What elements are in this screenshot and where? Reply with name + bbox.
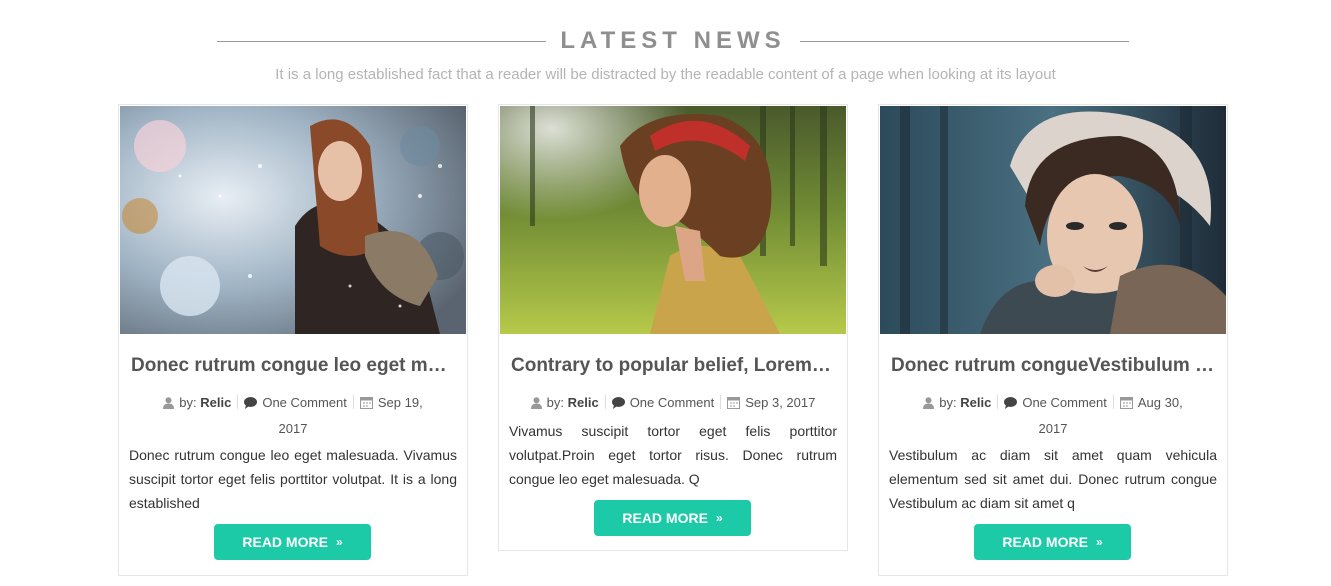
calendar-icon [359,393,373,417]
by-label: by: [179,395,197,410]
news-image[interactable] [500,106,846,334]
calendar-icon [727,393,741,417]
news-image[interactable] [880,106,1226,334]
double-chevron-right-icon: » [715,511,723,525]
read-more-label: READ MORE [1002,534,1088,550]
user-icon [923,393,935,417]
post-meta: by: Relic One Comment Sep 3, 2017 [509,391,837,417]
double-chevron-right-icon: » [1095,535,1103,549]
comment-icon [611,393,625,417]
section-subtitle: It is a long established fact that a rea… [275,66,1056,83]
comments-link[interactable]: One Comment [630,395,715,410]
read-more-button[interactable]: READ MORE » [974,524,1131,560]
post-meta: by: Relic One Comment Sep 19, 2017 [129,391,457,441]
post-date-year: 2017 [278,421,308,436]
by-label: by: [939,395,957,410]
title-row: LATEST NEWS [217,26,1129,56]
comment-icon [244,393,258,417]
comment-icon [1004,393,1018,417]
author-link[interactable]: Relic [960,395,991,410]
read-more-button[interactable]: READ MORE » [594,500,751,536]
news-excerpt: Vestibulum ac diam sit amet quam vehicul… [889,447,1217,511]
post-date: Sep 19, [377,395,423,410]
calendar-icon [1119,393,1133,417]
news-excerpt: Donec rutrum congue leo eget malesuada. … [129,447,457,511]
news-title[interactable]: Donec rutrum congueVestibulum ac diam [891,355,1215,377]
title-rule-right [799,40,1129,42]
news-card: Donec rutrum congueVestibulum ac diam by… [878,104,1228,576]
news-excerpt: Vivamus suscipit tortor eget felis portt… [509,423,837,487]
author-link[interactable]: Relic [568,395,599,410]
news-card: Donec rutrum congue leo eget malesuada b… [118,104,468,576]
post-date: Sep 3, 2017 [745,395,816,410]
post-meta: by: Relic One Comment Aug 30, 2017 [889,391,1217,441]
user-icon [163,393,175,417]
news-title[interactable]: Donec rutrum congue leo eget malesuada [131,355,455,377]
news-image[interactable] [120,106,466,334]
comments-link[interactable]: One Comment [262,395,347,410]
news-title[interactable]: Contrary to popular belief, Lorem Ipsum [511,355,835,377]
section-header: LATEST NEWS It is a long established fac… [0,0,1331,100]
double-chevron-right-icon: » [335,535,343,549]
read-more-label: READ MORE [242,534,328,550]
read-more-button[interactable]: READ MORE » [214,524,371,560]
post-date-year: 2017 [1038,421,1068,436]
by-label: by: [546,395,564,410]
section-title: LATEST NEWS [560,27,786,54]
post-date: Aug 30, [1137,395,1183,410]
read-more-label: READ MORE [622,510,708,526]
comments-link[interactable]: One Comment [1022,395,1107,410]
user-icon [530,393,542,417]
news-card: Contrary to popular belief, Lorem Ipsum … [498,104,848,551]
title-rule-left [217,40,547,42]
author-link[interactable]: Relic [200,395,231,410]
